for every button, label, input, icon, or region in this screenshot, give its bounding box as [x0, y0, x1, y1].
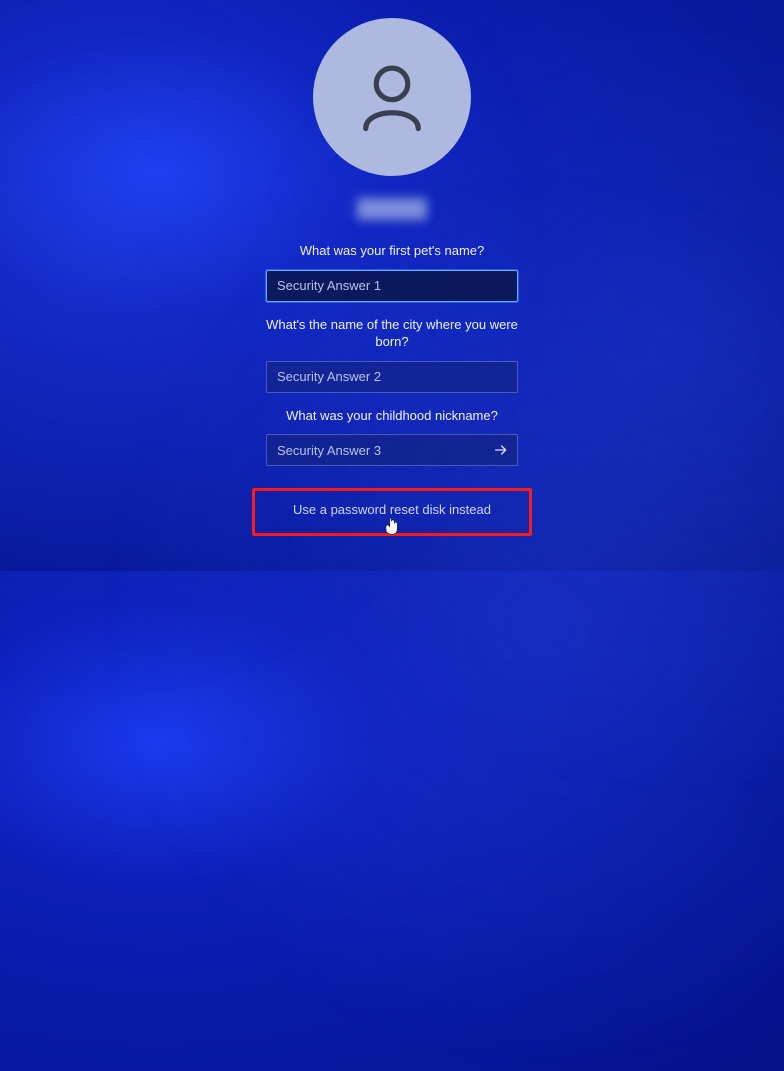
- security-question-2-group: What's the name of the city where you we…: [266, 316, 518, 393]
- person-icon: [350, 55, 434, 139]
- submit-arrow-button[interactable]: [492, 441, 510, 459]
- username-label: [357, 198, 427, 220]
- login-security-questions-screen: What was your first pet's name? What's t…: [0, 0, 784, 571]
- security-answer-2-input[interactable]: [266, 361, 518, 393]
- security-question-2-label: What's the name of the city where you we…: [266, 316, 518, 351]
- security-question-1-group: What was your first pet's name?: [266, 242, 518, 302]
- security-question-3-group: What was your childhood nickname?: [266, 407, 518, 467]
- security-question-3-label: What was your childhood nickname?: [266, 407, 518, 425]
- security-answer-1-input[interactable]: [266, 270, 518, 302]
- pointer-cursor-icon: [384, 517, 400, 540]
- password-reset-disk-link[interactable]: Use a password reset disk instead: [293, 502, 491, 517]
- security-question-1-label: What was your first pet's name?: [266, 242, 518, 260]
- arrow-right-icon: [493, 442, 509, 458]
- user-avatar: [313, 18, 471, 176]
- reset-disk-link-highlight: Use a password reset disk instead: [252, 488, 532, 536]
- security-answer-3-input[interactable]: [266, 434, 518, 466]
